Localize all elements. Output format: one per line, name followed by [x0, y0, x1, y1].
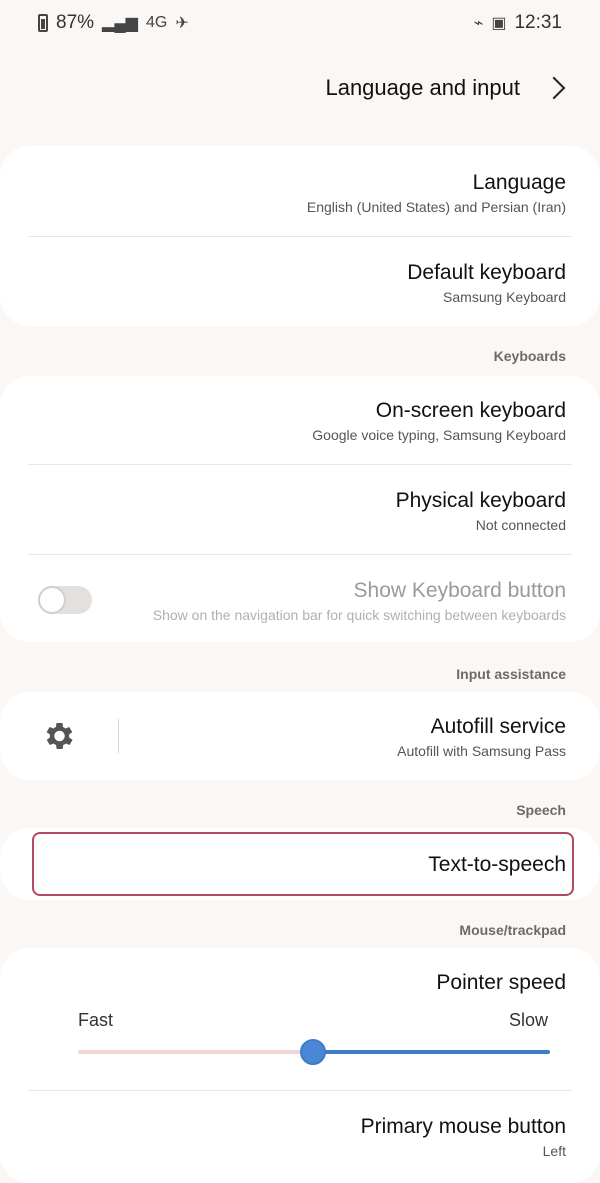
divider	[28, 1090, 572, 1091]
input-assistance-section-label: Input assistance	[456, 666, 566, 682]
battery-level: 87%	[56, 12, 95, 33]
network-type: 4G	[145, 14, 168, 31]
show-keyboard-button-toggle[interactable]	[38, 586, 92, 614]
slider-slow-label: Slow	[508, 1010, 548, 1030]
back-chevron-icon[interactable]	[542, 76, 566, 100]
selection-highlight	[32, 832, 574, 896]
autofill-service-subtitle: Autofill with Samsung Pass	[397, 743, 566, 759]
language-title: Language	[472, 171, 566, 194]
default-keyboard-subtitle: Samsung Keyboard	[443, 289, 566, 305]
show-keyboard-button-title: Show Keyboard button	[353, 579, 566, 602]
toggle-knob	[38, 586, 66, 614]
mouse-section-label: Mouse/trackpad	[459, 922, 566, 938]
signal-icon: ▂▄▆	[102, 15, 138, 32]
physical-keyboard-subtitle: Not connected	[475, 517, 566, 533]
default-keyboard-item[interactable]: Default keyboard Samsung Keyboard	[0, 260, 600, 306]
divider	[28, 554, 572, 555]
clock: 12:31	[514, 12, 562, 33]
primary-mouse-button-title: Primary mouse button	[360, 1115, 566, 1138]
gear-icon[interactable]	[40, 718, 76, 754]
primary-mouse-button-item[interactable]: Primary mouse button Left	[0, 1114, 600, 1160]
slider-fill	[312, 1050, 550, 1054]
status-bar-right: ⌁ ▣ 12:31	[474, 12, 562, 34]
on-screen-keyboard-subtitle: Google voice typing, Samsung Keyboard	[312, 427, 566, 443]
divider	[118, 719, 119, 753]
pointer-speed-item: Pointer speed	[0, 970, 600, 996]
language-subtitle: English (United States) and Persian (Ira…	[306, 199, 566, 215]
on-screen-keyboard-title: On-screen keyboard	[375, 399, 566, 422]
page-header: Language and input	[0, 60, 600, 116]
status-bar-left: 87% ▂▄▆ 4G ✈	[38, 12, 189, 34]
on-screen-keyboard-item[interactable]: On-screen keyboard Google voice typing, …	[0, 398, 600, 444]
slider-thumb[interactable]	[300, 1039, 326, 1065]
pointer-speed-title: Pointer speed	[436, 971, 566, 994]
autofill-service-title: Autofill service	[430, 715, 566, 738]
speech-section-label: Speech	[516, 802, 566, 818]
keyboards-section-label: Keyboards	[493, 348, 566, 364]
page-title: Language and input	[325, 75, 520, 100]
airplane-off-icon: ✈	[175, 15, 189, 32]
language-item[interactable]: Language English (United States) and Per…	[0, 170, 600, 216]
autofill-service-item[interactable]: Autofill service Autofill with Samsung P…	[0, 714, 600, 760]
show-keyboard-button-subtitle: Show on the navigation bar for quick swi…	[152, 607, 566, 623]
slider-fast-label: Fast	[78, 1010, 114, 1030]
physical-keyboard-title: Physical keyboard	[395, 489, 566, 512]
divider	[28, 236, 572, 237]
physical-keyboard-item[interactable]: Physical keyboard Not connected	[0, 488, 600, 534]
battery-icon	[38, 14, 48, 32]
notification-icon: ⌁	[473, 15, 484, 32]
default-keyboard-title: Default keyboard	[407, 261, 566, 284]
primary-mouse-button-subtitle: Left	[542, 1143, 566, 1159]
image-icon: ▣	[491, 15, 507, 32]
divider	[28, 464, 572, 465]
status-bar: 87% ▂▄▆ 4G ✈ ⌁ ▣ 12:31	[0, 0, 600, 46]
